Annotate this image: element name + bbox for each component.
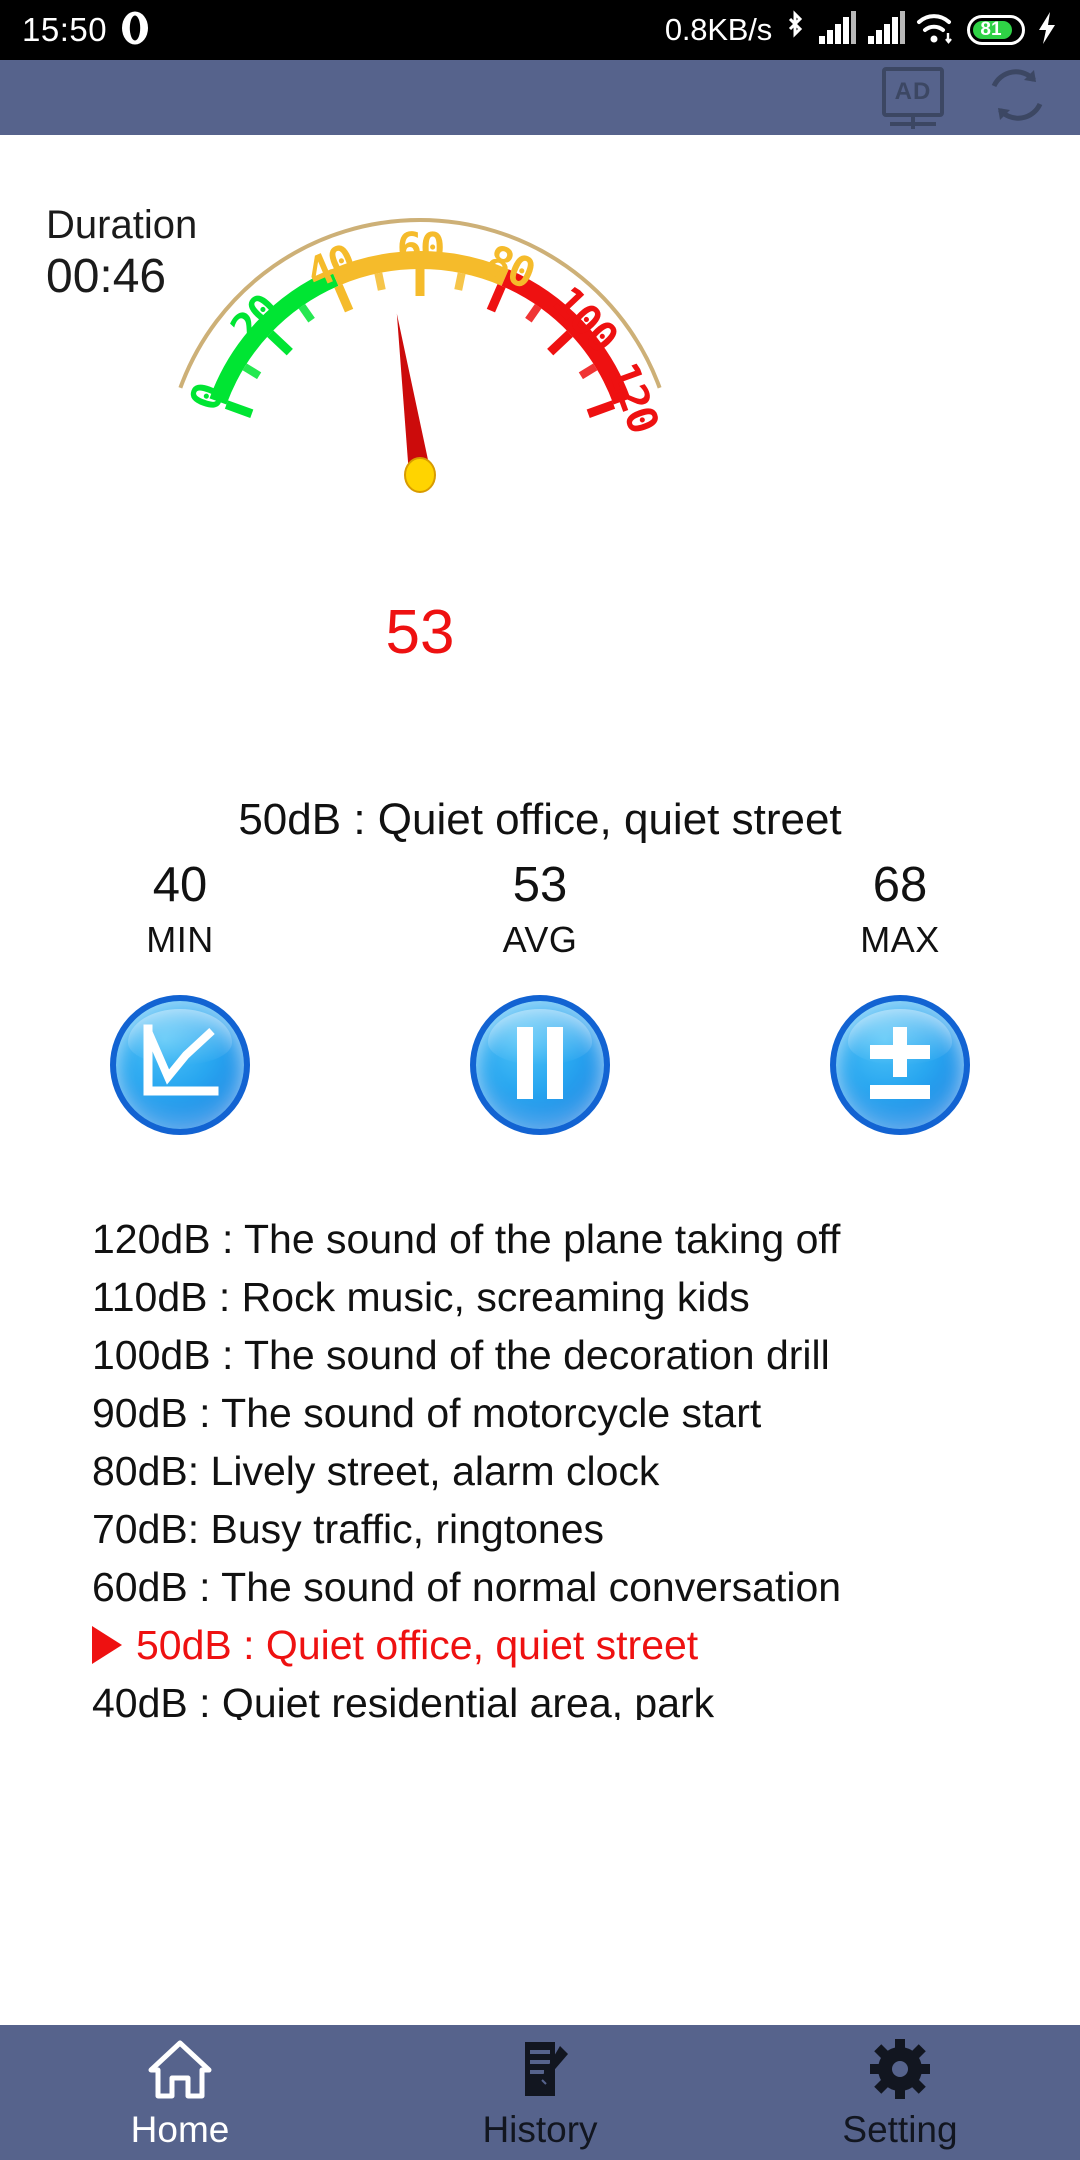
nav-label-history: History [482,2108,598,2150]
battery-level-label: 81 [980,19,1002,40]
nav-item-home[interactable]: Home [0,2025,360,2160]
stat-min-value: 40 [152,858,208,912]
stat-max-label: MAX [860,919,940,961]
battery-icon: 81 [967,15,1025,45]
db-reference-text: 40dB : Quiet residential area, park [92,1679,715,1721]
status-bar-clock: 15:50 [22,11,108,48]
gear-icon [866,2038,934,2105]
line-chart-icon [134,1017,226,1114]
db-reference-row[interactable]: 100dB : The sound of the decoration dril… [0,1326,1080,1384]
stat-avg: 53 AVG [360,855,720,965]
play-triangle-icon [92,1626,122,1664]
gauge-hub [404,457,436,493]
main-content: Duration 00:46 0 20 40 60 80 100 120 53 50dB :… [0,135,1080,2025]
nav-label-home: Home [130,2108,230,2150]
status-bar-left: 15:50 [22,11,149,50]
refresh-icon[interactable] [984,64,1050,131]
gauge-minor-tick [578,363,598,380]
gauge-major-tick [486,284,506,313]
gauge-minor-tick [454,272,466,291]
stat-avg-value: 53 [512,858,568,912]
ad-base [890,121,936,126]
db-reference-row[interactable]: 110dB : Rock music, screaming kids [0,1268,1080,1326]
document-pen-icon [506,2038,574,2105]
db-reference-row[interactable]: 80dB: Lively street, alarm clock [0,1442,1080,1500]
signal-bars-icon [818,10,856,50]
stats-row: 40 MIN 53 AVG 68 MAX [0,855,1080,965]
network-speed-label: 0.8KB/s [664,12,772,47]
plus-minus-button-cell [720,995,1080,1135]
bottom-navigation: Home History Setting [0,2025,1080,2160]
gauge-major-tick [547,330,573,356]
stat-min-label: MIN [146,919,214,961]
charging-bolt-icon [1036,11,1058,50]
db-reference-row[interactable]: 40dB : Quiet residential area, park [0,1674,1080,1721]
gauge-minor-tick [374,272,386,291]
action-button-row [0,995,1080,1135]
db-reference-text: 60dB : The sound of normal conversation [92,1563,842,1610]
db-reference-text: 70dB: Busy traffic, ringtones [92,1505,605,1552]
stat-min: 40 MIN [0,855,360,965]
app-bar: AD [0,60,1080,135]
db-reference-row[interactable]: 60dB : The sound of normal conversation [0,1558,1080,1616]
db-reference-row[interactable]: 90dB : The sound of motorcycle start [0,1384,1080,1442]
nav-item-history[interactable]: History [360,2025,720,2160]
stat-max: 68 MAX [720,855,1080,965]
db-reference-row[interactable]: 50dB : Quiet office, quiet street [0,1616,1080,1674]
db-reference-list[interactable]: 120dB : The sound of the plane taking of… [0,1210,1080,1720]
db-reference-text: 80dB: Lively street, alarm clock [92,1447,660,1494]
stat-avg-label: AVG [502,919,578,961]
opera-icon [121,11,149,50]
nav-item-setting[interactable]: Setting [720,2025,1080,2160]
gauge-major-tick [586,400,616,419]
nav-label-setting: Setting [842,2108,958,2150]
db-reference-row[interactable]: 120dB : The sound of the plane taking of… [0,1210,1080,1268]
pause-button-cell [360,995,720,1135]
stat-max-value: 68 [872,858,928,912]
db-reference-text: 50dB : Quiet office, quiet street [136,1621,699,1668]
db-reference-text: 100dB : The sound of the decoration dril… [92,1331,830,1378]
gauge-needle [396,313,431,477]
db-reference-text: 110dB : Rock music, screaming kids [92,1273,750,1320]
db-reference-text: 90dB : The sound of motorcycle start [92,1389,762,1436]
sound-level-gauge: 0 20 40 60 80 100 120 53 [150,165,690,725]
current-level-description: 50dB : Quiet office, quiet street [238,795,842,844]
gauge-minor-tick [242,363,262,380]
gauge-major-tick [334,284,354,313]
db-reference-text: 120dB : The sound of the plane taking of… [92,1215,841,1262]
gauge-reading: 53 [385,598,455,667]
signal-bars-icon [867,10,905,50]
gauge-major-tick [224,400,254,419]
plus-minus-button[interactable] [830,995,970,1135]
gauge-major-tick [267,330,293,356]
chart-button[interactable] [110,995,250,1135]
bluetooth-icon [783,9,807,51]
home-icon [146,2038,214,2105]
pause-icon [494,1017,586,1114]
gauge-tick-label: 60 [397,224,444,273]
plus-minus-icon [854,1017,946,1114]
wifi-icon [916,11,956,50]
status-bar: 15:50 0.8KB/s 81 [0,0,1080,60]
ad-banner-icon[interactable]: AD [882,66,950,129]
db-reference-row[interactable]: 70dB: Busy traffic, ringtones [0,1500,1080,1558]
status-bar-right: 0.8KB/s 81 [664,9,1058,51]
gauge-minor-tick [298,303,315,323]
chart-button-cell [0,995,360,1135]
ad-label: AD [882,66,944,117]
gauge-tick-label: 120 [598,356,668,438]
gauge-minor-tick [525,303,542,323]
pause-button[interactable] [470,995,610,1135]
